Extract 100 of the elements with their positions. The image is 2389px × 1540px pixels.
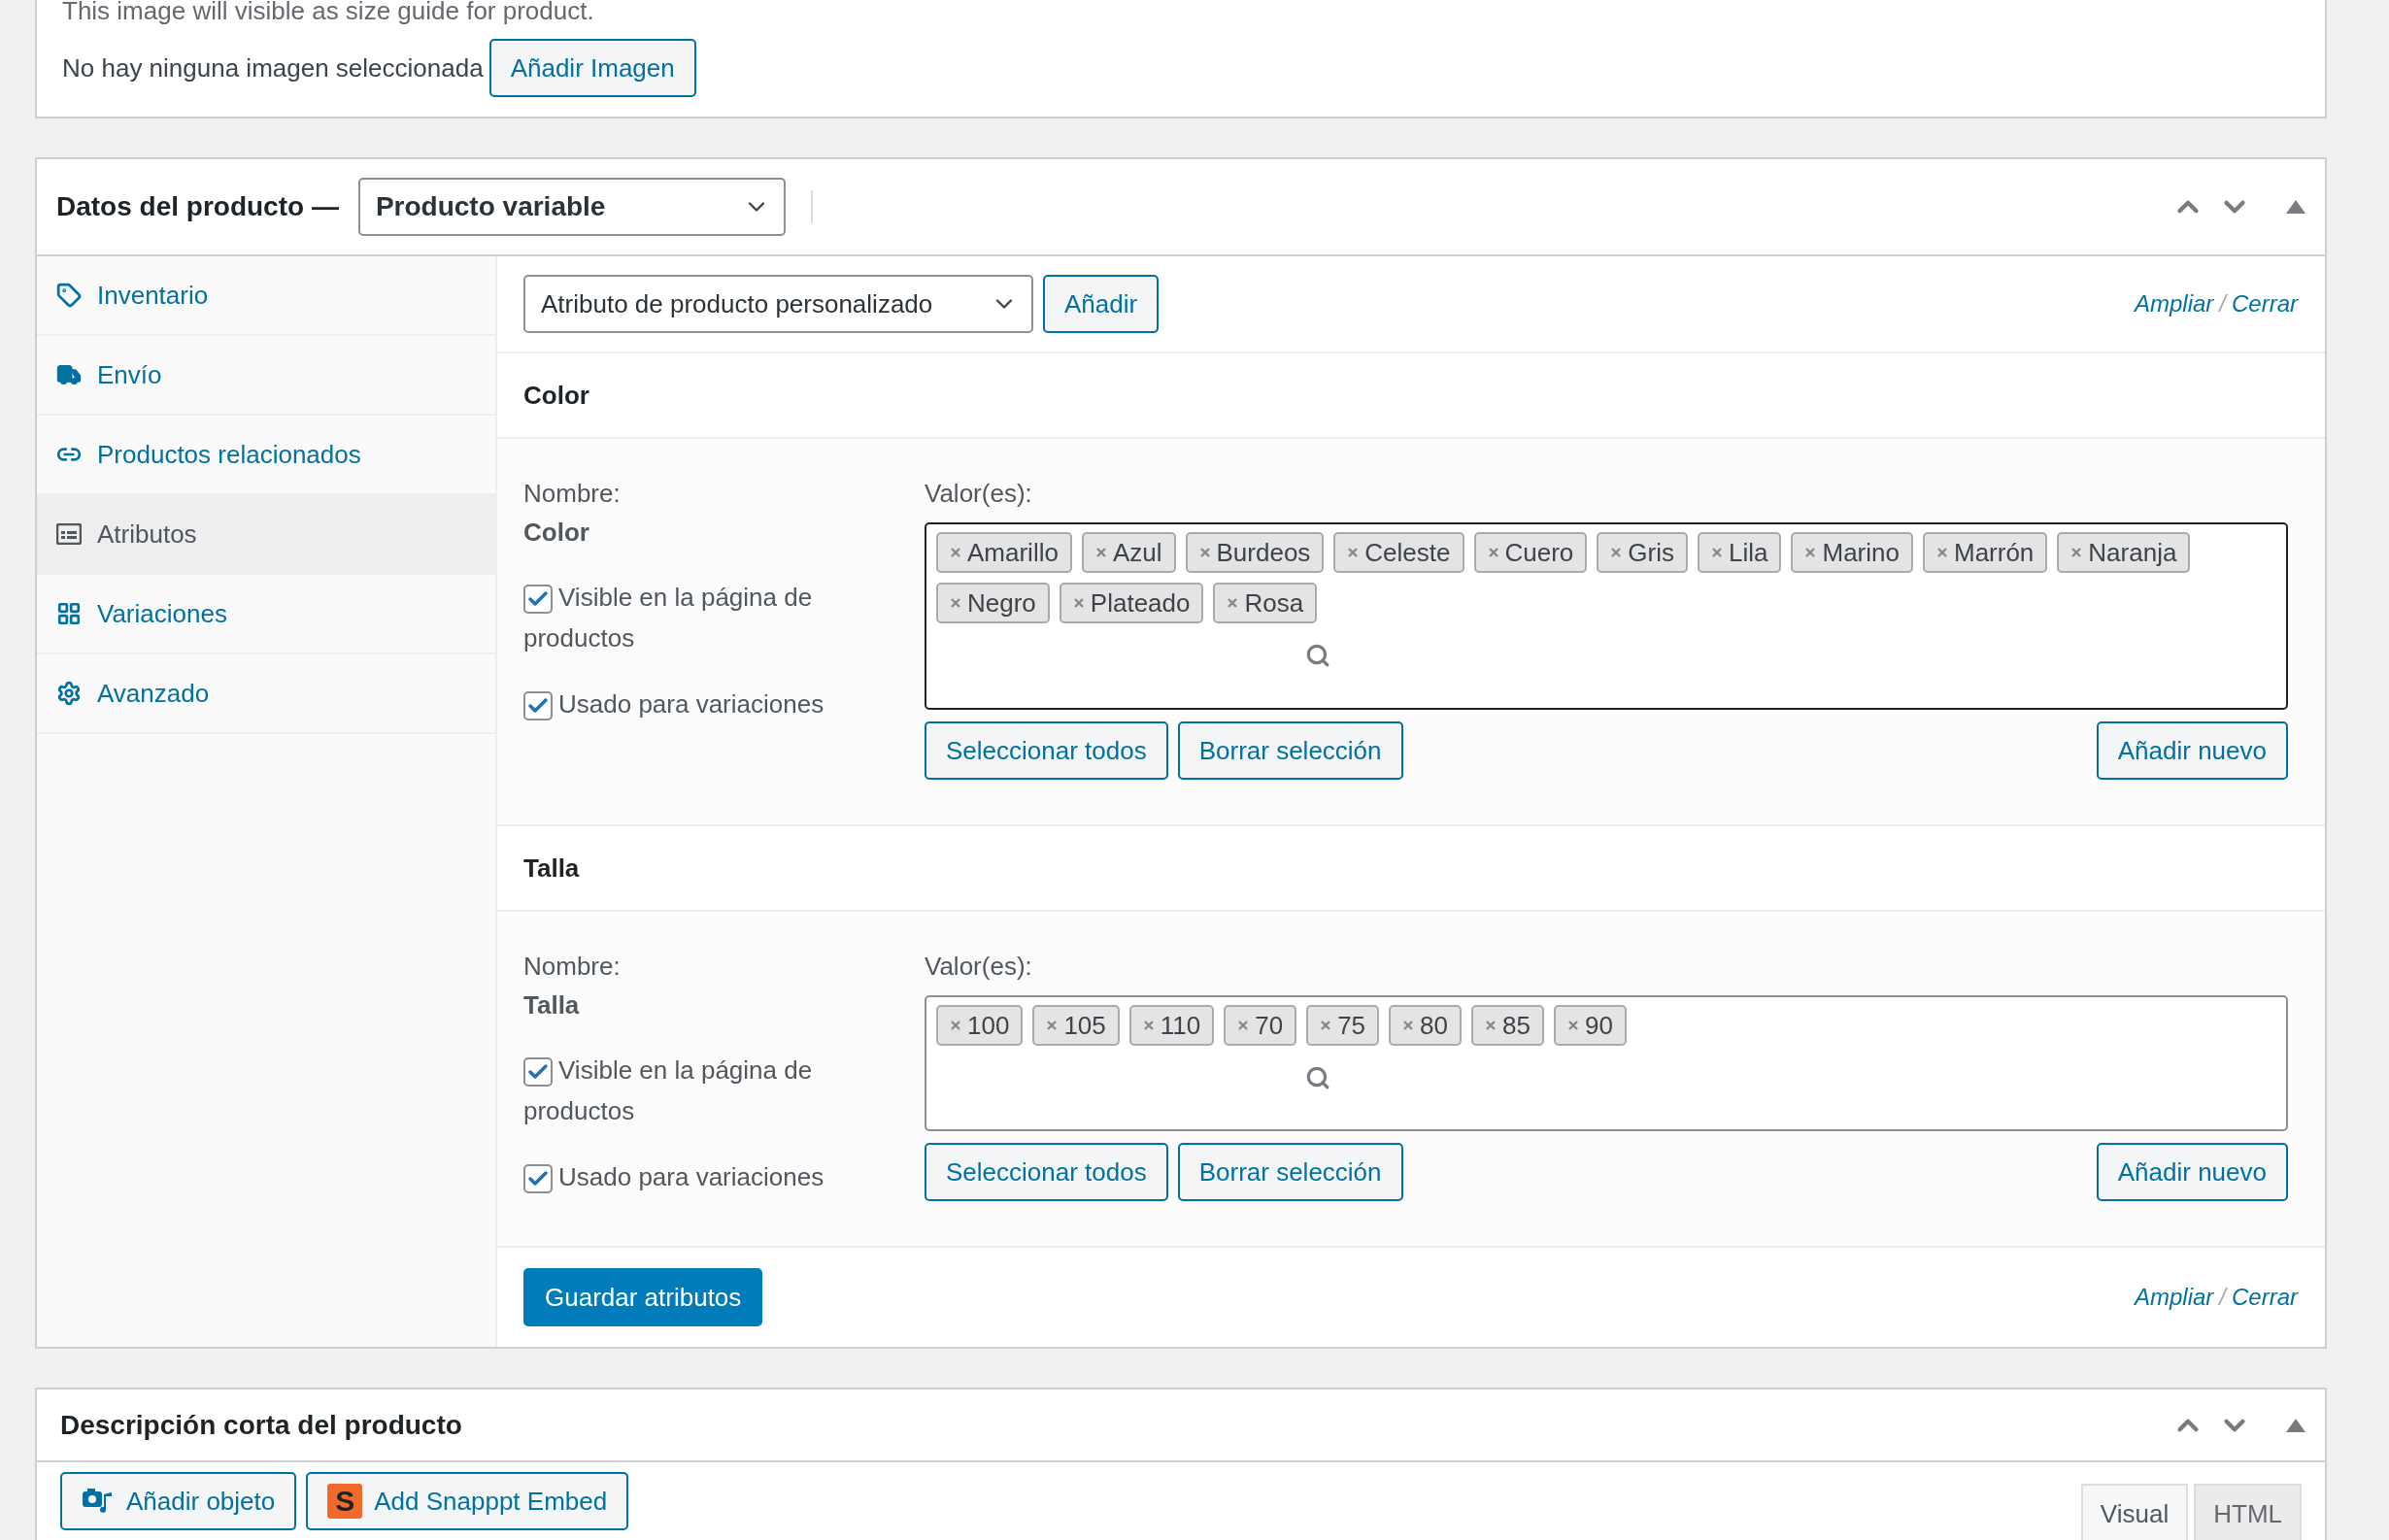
checkbox[interactable] bbox=[523, 1057, 553, 1087]
search-icon bbox=[1305, 643, 1330, 668]
editor-button[interactable]: Añadir objeto bbox=[60, 1472, 297, 1530]
value-tag: 70 bbox=[1224, 1005, 1297, 1046]
editor-button[interactable]: S Add Snapppt Embed bbox=[306, 1472, 629, 1530]
value-tag: 85 bbox=[1471, 1005, 1544, 1046]
search-icon bbox=[1305, 1065, 1330, 1090]
value-tag: Plateado bbox=[1059, 583, 1204, 623]
close-link[interactable]: Cerrar bbox=[2232, 1284, 2298, 1311]
camera-music-icon bbox=[82, 1487, 115, 1516]
expand-link[interactable]: Ampliar bbox=[2134, 1284, 2214, 1311]
value-tag: 110 bbox=[1128, 1005, 1215, 1046]
clear-selection-button[interactable]: Borrar selección bbox=[1177, 1143, 1403, 1201]
clear-selection-button[interactable]: Borrar selección bbox=[1177, 721, 1403, 780]
link-separator: / bbox=[2219, 290, 2226, 318]
remove-icon[interactable] bbox=[1046, 1020, 1059, 1031]
value-tag: Celeste bbox=[1333, 532, 1464, 573]
no-image-text: No hay ninguna imagen seleccionada bbox=[62, 52, 484, 84]
value-tag: Cuero bbox=[1473, 532, 1588, 573]
value-tag: 75 bbox=[1306, 1005, 1380, 1046]
collapse-icon[interactable] bbox=[2286, 200, 2305, 214]
remove-icon[interactable] bbox=[1094, 547, 1107, 558]
checkbox-label[interactable]: Usado para variaciones bbox=[523, 684, 844, 724]
sidebar-tab[interactable]: Atributos bbox=[37, 495, 495, 575]
value-tag: 100 bbox=[936, 1005, 1024, 1046]
value-tag: 90 bbox=[1553, 1005, 1627, 1046]
remove-icon[interactable] bbox=[1610, 547, 1623, 558]
tag-icon bbox=[56, 283, 82, 308]
editor-tab[interactable]: Visual bbox=[2080, 1484, 2189, 1540]
remove-icon[interactable] bbox=[950, 547, 961, 558]
remove-icon[interactable] bbox=[950, 1020, 961, 1031]
checkbox-label[interactable]: Visible en la página de productos bbox=[523, 1050, 844, 1131]
add-attribute-button[interactable]: Añadir bbox=[1043, 275, 1160, 333]
add-new-button[interactable]: Añadir nuevo bbox=[2096, 1143, 2288, 1201]
remove-icon[interactable] bbox=[1487, 547, 1499, 558]
expand-link[interactable]: Ampliar bbox=[2134, 290, 2214, 318]
sidebar-tab[interactable]: Variaciones bbox=[37, 575, 495, 654]
editor-tab[interactable]: HTML bbox=[2194, 1484, 2302, 1540]
checkbox-label[interactable]: Visible en la página de productos bbox=[523, 577, 844, 658]
remove-icon[interactable] bbox=[1227, 597, 1239, 609]
value-tag: Lila bbox=[1698, 532, 1782, 573]
remove-icon[interactable] bbox=[1072, 597, 1085, 609]
remove-icon[interactable] bbox=[2070, 547, 2083, 558]
sidebar-tab[interactable]: Inventario bbox=[37, 256, 495, 336]
value-tag: Burdeos bbox=[1185, 532, 1325, 573]
attribute-title: Color bbox=[523, 380, 589, 411]
remove-icon[interactable] bbox=[1566, 1020, 1579, 1031]
value-tag: Negro bbox=[936, 583, 1050, 623]
sidebar-tab[interactable]: Avanzado bbox=[37, 654, 495, 734]
remove-icon[interactable] bbox=[1935, 547, 1948, 558]
values-label: Valor(es): bbox=[925, 951, 1033, 983]
sidebar-tab[interactable]: Envío bbox=[37, 336, 495, 416]
list-icon bbox=[56, 523, 82, 545]
values-field[interactable]: Amarillo Azul Burdeos Celeste Cuero Gris Lila Marino Marrón Naranja Negro Plateado Rosa bbox=[925, 522, 2288, 710]
remove-icon[interactable] bbox=[1198, 547, 1211, 558]
checkbox[interactable] bbox=[523, 691, 553, 720]
value-tag: Azul bbox=[1081, 532, 1176, 573]
value-tag: 80 bbox=[1389, 1005, 1462, 1046]
remove-icon[interactable] bbox=[1237, 1020, 1250, 1031]
close-link[interactable]: Cerrar bbox=[2232, 290, 2298, 318]
size-guide-description: This image will visible as size guide for product. bbox=[62, 0, 595, 25]
value-tag: Marino bbox=[1791, 532, 1913, 573]
name-label: Nombre: bbox=[523, 478, 622, 510]
link-separator: / bbox=[2219, 1284, 2226, 1311]
attribute-name: Color bbox=[523, 517, 590, 549]
attribute-name: Talla bbox=[523, 989, 581, 1021]
values-label: Valor(es): bbox=[925, 478, 1033, 510]
attribute-select[interactable]: Atributo de producto personalizado bbox=[523, 275, 1033, 333]
checkbox-label[interactable]: Usado para variaciones bbox=[523, 1156, 844, 1197]
add-image-button[interactable]: Añadir Imagen bbox=[488, 39, 696, 97]
value-tag: 105 bbox=[1032, 1005, 1120, 1046]
remove-icon[interactable] bbox=[1347, 547, 1360, 558]
product-type-select[interactable]: Producto variable bbox=[357, 178, 786, 236]
grid-icon bbox=[56, 601, 82, 626]
save-attributes-button[interactable]: Guardar atributos bbox=[523, 1268, 763, 1326]
remove-icon[interactable] bbox=[1320, 1020, 1332, 1031]
snapppt-logo: S bbox=[327, 1484, 363, 1519]
value-tag: Gris bbox=[1597, 532, 1688, 573]
select-all-button[interactable]: Seleccionar todos bbox=[925, 721, 1168, 780]
collapse-icon[interactable] bbox=[2286, 1418, 2305, 1432]
value-tag: Naranja bbox=[2057, 532, 2191, 573]
remove-icon[interactable] bbox=[950, 597, 961, 609]
add-new-button[interactable]: Añadir nuevo bbox=[2096, 721, 2288, 780]
select-all-button[interactable]: Seleccionar todos bbox=[925, 1143, 1168, 1201]
truck-icon bbox=[56, 362, 82, 387]
name-label: Nombre: bbox=[523, 951, 622, 983]
remove-icon[interactable] bbox=[1142, 1020, 1155, 1031]
settings-icon bbox=[56, 681, 82, 706]
remove-icon[interactable] bbox=[1804, 547, 1817, 558]
remove-icon[interactable] bbox=[1485, 1020, 1497, 1031]
checkbox[interactable] bbox=[523, 585, 553, 614]
panel-title: Datos del producto — bbox=[56, 191, 339, 222]
remove-icon[interactable] bbox=[1402, 1020, 1415, 1031]
panel-title: Descripción corta del producto bbox=[60, 1409, 462, 1441]
values-field[interactable]: 100 105 110 70 75 80 85 90 bbox=[925, 995, 2288, 1131]
attribute-title: Talla bbox=[523, 853, 580, 884]
value-tag: Marrón bbox=[1922, 532, 2048, 573]
checkbox[interactable] bbox=[523, 1164, 553, 1193]
remove-icon[interactable] bbox=[1711, 547, 1723, 558]
value-tag: Amarillo bbox=[936, 532, 1072, 573]
